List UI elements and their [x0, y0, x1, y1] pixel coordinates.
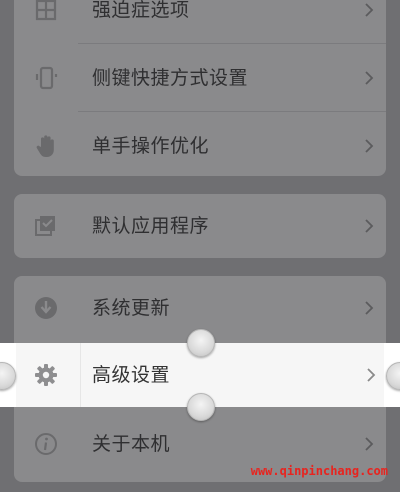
settings-item-label: 强迫症选项	[92, 0, 190, 21]
grid-icon	[32, 0, 60, 24]
selection-handle-top[interactable]	[187, 329, 215, 357]
settings-item-ocd-options[interactable]: 强迫症选项	[14, 0, 386, 44]
settings-item-label: 关于本机	[92, 433, 171, 455]
watermark: www.qinpinchang.com	[250, 464, 388, 478]
chevron-right-icon	[364, 3, 374, 17]
selection-handle-bottom[interactable]	[187, 393, 215, 421]
chevron-right-icon	[364, 219, 374, 233]
settings-card-personalization: 强迫症选项 侧键快捷方式设置 单手操作优化	[14, 0, 386, 176]
gear-icon	[32, 361, 60, 389]
chevron-right-icon	[364, 301, 374, 315]
default-apps-icon	[32, 212, 60, 240]
settings-item-one-hand-mode[interactable]: 单手操作优化	[14, 112, 386, 176]
settings-item-label: 高级设置	[92, 364, 171, 386]
settings-item-side-key-shortcuts[interactable]: 侧键快捷方式设置	[14, 44, 386, 112]
chevron-right-icon	[364, 71, 374, 85]
chevron-right-icon	[364, 437, 374, 451]
divider	[80, 343, 81, 407]
settings-item-label: 默认应用程序	[92, 215, 210, 237]
chevron-right-icon	[366, 368, 376, 382]
download-icon	[32, 294, 60, 322]
settings-item-label: 侧键快捷方式设置	[92, 67, 249, 89]
settings-item-label: 系统更新	[92, 297, 171, 319]
phone-side-key-icon	[32, 64, 60, 92]
settings-screen: 强迫症选项 侧键快捷方式设置 单手操作优化 默认应用程序 系统更新 关于本机 高…	[0, 0, 400, 492]
info-icon	[32, 430, 60, 458]
settings-item-default-apps[interactable]: 默认应用程序	[14, 194, 386, 258]
settings-item-label: 单手操作优化	[92, 135, 210, 157]
chevron-right-icon	[364, 139, 374, 153]
settings-card-default-apps: 默认应用程序	[14, 194, 386, 258]
hand-icon	[32, 132, 60, 160]
